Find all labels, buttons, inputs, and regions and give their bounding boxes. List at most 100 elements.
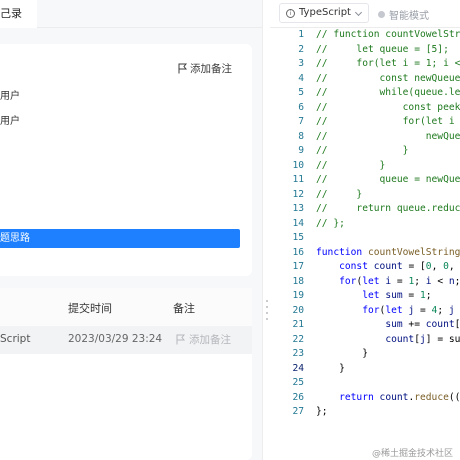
code-text: function countVowelString	[316, 246, 460, 258]
editor-toolbar: i TypeScript 智能模式	[270, 0, 460, 28]
line-number: 10	[292, 159, 304, 171]
line-number: 6	[298, 101, 304, 113]
code-line[interactable]: 5 // while(queue.le	[270, 86, 460, 101]
line-number: 2	[298, 43, 304, 55]
code-line[interactable]: 13 // return queue.reduc	[270, 202, 460, 217]
toggle-icon	[378, 11, 385, 18]
code-text: let sum = 1;	[362, 290, 432, 301]
line-number: 5	[298, 87, 304, 98]
code-line[interactable]: 8 // newQue	[270, 130, 460, 145]
tab-divider	[37, 27, 262, 28]
code-text: // for(let i = 1; i <	[316, 58, 460, 69]
watermark: @稀土掘金技术社区	[372, 449, 454, 459]
code-line[interactable]: 6 // const peek	[270, 101, 460, 116]
line-number: 19	[292, 290, 304, 301]
code-line[interactable]: 25	[270, 376, 460, 391]
smart-mode-toggle[interactable]: 智能模式	[378, 7, 429, 22]
code-text: };	[316, 406, 328, 417]
code-text: return count.reduce((	[339, 391, 460, 403]
code-text: // queue = newQue	[316, 174, 460, 185]
line-number: 15	[292, 232, 304, 243]
code-text: // const newQueue	[316, 72, 460, 84]
code-text: count[j] = su	[385, 333, 460, 345]
code-line[interactable]: 24 }	[270, 362, 460, 377]
code-line[interactable]: 18 for(let i = 1; i < n;	[270, 275, 460, 290]
code-text: // newQue	[316, 130, 460, 142]
code-line[interactable]: 22 count[j] = su	[270, 333, 460, 348]
pane-splitter[interactable]	[262, 0, 270, 460]
add-note-button[interactable]: 添加备注	[178, 60, 232, 76]
line-number: 1	[298, 29, 304, 40]
column-header-note: 备注	[173, 302, 195, 315]
code-text: const count = [0, 0,	[339, 261, 460, 272]
line-number: 7	[298, 116, 304, 127]
code-line[interactable]: 10 // }	[270, 159, 460, 174]
code-line[interactable]: 1 // function countVowelStr	[270, 28, 460, 43]
flag-icon	[178, 63, 187, 73]
code-text: // }	[316, 188, 363, 200]
code-area[interactable]: 1 // function countVowelStr 2 // let queue …	[270, 28, 460, 420]
user-info-line: 用户	[0, 91, 20, 102]
smart-mode-label: 智能模式	[389, 11, 429, 22]
line-number: 24	[292, 362, 304, 374]
language-value: TypeScript	[299, 7, 351, 18]
code-line[interactable]: 12 // }	[270, 188, 460, 203]
splitter-grip-dot	[266, 318, 268, 320]
code-editor-panel: i TypeScript 智能模式 1 // function countVowe…	[270, 0, 460, 460]
code-text: for(let j = 4; j	[362, 304, 455, 316]
line-number: 26	[292, 391, 304, 403]
code-line[interactable]: 4 // const newQueue	[270, 72, 460, 87]
code-line[interactable]: 19 let sum = 1;	[270, 289, 460, 304]
code-line[interactable]: 9 // }	[270, 144, 460, 159]
line-number: 8	[298, 130, 304, 142]
code-text: // }	[316, 159, 386, 171]
code-line[interactable]: 16 function countVowelString	[270, 246, 460, 261]
language-select[interactable]: i TypeScript	[279, 3, 369, 23]
code-line[interactable]: 21 sum += count[	[270, 318, 460, 333]
code-line[interactable]: 14 // };	[270, 217, 460, 232]
code-text: for(let i = 1; i < n;	[339, 275, 460, 287]
tab-submission-records[interactable]: 己录	[0, 0, 37, 28]
code-text: // while(queue.le	[316, 87, 460, 98]
code-text: // let queue = [5];	[316, 43, 449, 55]
cell-language: Script	[0, 333, 31, 345]
splitter-grip-dot	[266, 312, 268, 314]
code-line[interactable]: 15	[270, 231, 460, 246]
chevron-down-icon	[354, 8, 363, 17]
line-number: 20	[292, 304, 304, 316]
row-add-note-button[interactable]: 添加备注	[176, 332, 231, 347]
line-number: 11	[292, 174, 304, 185]
line-number: 4	[298, 72, 304, 84]
line-number: 16	[292, 246, 304, 258]
code-text: // };	[316, 217, 345, 229]
row-note-label: 添加备注	[189, 334, 231, 346]
code-line[interactable]: 17 const count = [0, 0,	[270, 260, 460, 275]
table-header	[0, 288, 252, 326]
tab-label: 己录	[0, 7, 22, 20]
code-line[interactable]: 3 // for(let i = 1; i <	[270, 57, 460, 72]
code-line[interactable]: 7 // for(let i	[270, 115, 460, 130]
line-number: 18	[292, 275, 304, 287]
add-note-label: 添加备注	[190, 62, 232, 75]
code-line[interactable]: 26 return count.reduce((	[270, 391, 460, 406]
line-number: 17	[292, 261, 304, 272]
solution-idea-button[interactable]: 题思路	[0, 229, 240, 248]
cell-submit-time: 2023/03/29 23:24	[68, 333, 163, 345]
line-number: 13	[292, 203, 304, 214]
code-text: // return queue.reduc	[316, 203, 460, 214]
code-line[interactable]: 27};	[270, 405, 460, 420]
code-text: }	[316, 362, 345, 374]
info-icon: i	[286, 8, 295, 18]
code-text: // const peek	[316, 101, 460, 113]
line-number: 22	[292, 333, 304, 345]
code-line[interactable]: 2 // let queue = [5];	[270, 43, 460, 58]
code-line[interactable]: 20 for(let j = 4; j	[270, 304, 460, 319]
code-line[interactable]: 11 // queue = newQue	[270, 173, 460, 188]
code-text: // function countVowelStr	[316, 29, 460, 40]
line-number: 23	[292, 348, 304, 359]
code-line[interactable]: 23 }	[270, 347, 460, 362]
line-number: 25	[292, 377, 304, 388]
code-text: // }	[316, 145, 409, 156]
line-number: 21	[292, 319, 304, 330]
problem-panel: 己录 添加备注 用户 用户 题思路 提交时间 备注 Script 2023/03…	[0, 0, 262, 460]
